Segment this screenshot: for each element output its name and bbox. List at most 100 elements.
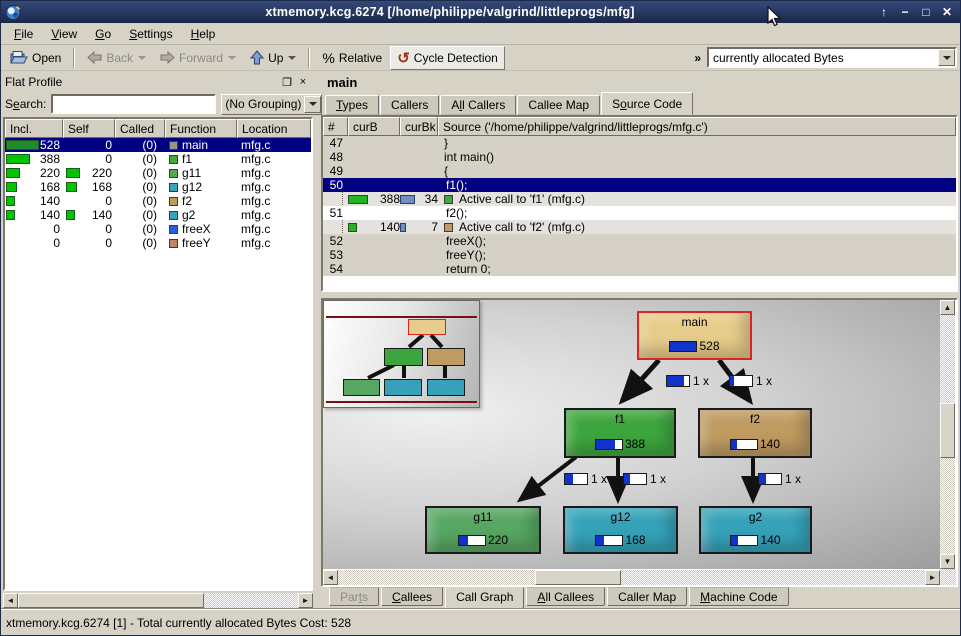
scroll-right-icon[interactable]: ► bbox=[925, 570, 940, 585]
call-cost-bar bbox=[564, 473, 588, 485]
source-line[interactable]: 49 { bbox=[323, 164, 956, 178]
graph-node-g11[interactable]: g11 220 bbox=[425, 506, 541, 554]
graph-node-main[interactable]: main 528 bbox=[637, 311, 752, 360]
graph-hscrollbar[interactable]: ◄ ► bbox=[323, 569, 940, 585]
source-line[interactable]: 48 int main() bbox=[323, 150, 956, 164]
source-call-line[interactable]: 140 7 Active call to 'f2' (mfg.c) bbox=[323, 220, 956, 234]
scroll-right-icon[interactable]: ► bbox=[298, 593, 313, 608]
forward-dropdown-icon[interactable] bbox=[228, 56, 236, 64]
scroll-down-icon[interactable]: ▼ bbox=[940, 554, 955, 569]
scrollbar-thumb[interactable] bbox=[18, 593, 204, 608]
table-row-f1[interactable]: 388 0 (0) f1 mfg.c bbox=[5, 152, 311, 166]
tab-call-graph[interactable]: Call Graph bbox=[445, 587, 524, 609]
shade-button[interactable]: ↑ bbox=[875, 4, 893, 20]
scrollbar-trough[interactable] bbox=[204, 593, 298, 608]
source-line[interactable]: 52 freeX(); bbox=[323, 234, 956, 248]
column-function[interactable]: Function bbox=[165, 119, 237, 138]
column-called[interactable]: Called bbox=[115, 119, 165, 138]
event-type-select[interactable]: currently allocated Bytes bbox=[707, 47, 957, 68]
scroll-left-icon[interactable]: ◄ bbox=[3, 593, 18, 608]
table-row-g2[interactable]: 140 140 (0) g2 mfg.c bbox=[5, 208, 311, 222]
minimize-button[interactable]: − bbox=[896, 4, 914, 20]
graph-node-g2[interactable]: g2 140 bbox=[699, 506, 812, 554]
grouping-select[interactable]: (No Grouping) bbox=[221, 94, 322, 115]
source-line-selected[interactable]: 50 f1(); bbox=[323, 178, 956, 192]
tab-caller-map[interactable]: Caller Map bbox=[607, 587, 687, 606]
scroll-left-icon[interactable]: ◄ bbox=[323, 570, 338, 585]
scrollbar-trough[interactable] bbox=[940, 458, 955, 554]
scrollbar-trough[interactable] bbox=[621, 570, 925, 585]
table-row-g11[interactable]: 220 220 (0) g11 mfg.c bbox=[5, 166, 311, 180]
cycle-detection-button[interactable]: ↺ Cycle Detection bbox=[390, 46, 505, 70]
column-curb[interactable]: curB bbox=[348, 117, 400, 136]
scrollbar-thumb[interactable] bbox=[535, 570, 621, 585]
menu-settings[interactable]: Settings bbox=[120, 25, 181, 43]
column-source[interactable]: Source ('/home/philippe/valgrind/littlep… bbox=[438, 117, 956, 136]
scroll-up-icon[interactable]: ▲ bbox=[940, 300, 955, 315]
menu-go[interactable]: Go bbox=[86, 25, 120, 43]
back-button[interactable]: Back bbox=[81, 46, 152, 70]
up-button[interactable]: Up bbox=[244, 46, 302, 70]
graph-node-f2[interactable]: f2 140 bbox=[698, 408, 812, 458]
tab-all-callers[interactable]: All Callers bbox=[440, 95, 516, 115]
table-row-f2[interactable]: 140 0 (0) f2 mfg.c bbox=[5, 194, 311, 208]
table-row-main[interactable]: 528 0 (0) main mfg.c bbox=[5, 138, 311, 152]
dock-caption[interactable]: Flat Profile ❐ × bbox=[3, 73, 313, 91]
title-bar[interactable]: xtmemory.kcg.6274 [/home/philippe/valgri… bbox=[1, 1, 960, 23]
scrollbar-trough[interactable] bbox=[940, 315, 955, 403]
edge-label-main-f2: 1 x bbox=[729, 374, 772, 388]
back-dropdown-icon[interactable] bbox=[138, 56, 146, 64]
dock-float-icon[interactable]: ❐ bbox=[279, 75, 295, 89]
tab-callers[interactable]: Callers bbox=[380, 95, 439, 115]
menu-view[interactable]: View bbox=[42, 25, 86, 43]
scrollbar-trough[interactable] bbox=[338, 570, 535, 585]
graph-overview[interactable] bbox=[323, 300, 480, 408]
dock-close-icon[interactable]: × bbox=[295, 75, 311, 89]
source-line[interactable]: 47 } bbox=[323, 136, 956, 150]
tab-types[interactable]: Types bbox=[325, 95, 379, 115]
function-color-icon bbox=[169, 211, 178, 220]
source-line[interactable]: 51 f2(); bbox=[323, 206, 956, 220]
tab-parts[interactable]: Parts bbox=[329, 587, 379, 606]
column-line-number[interactable]: # bbox=[323, 117, 348, 136]
toolbar-overflow-icon[interactable]: » bbox=[690, 51, 705, 65]
graph-node-g12[interactable]: g12 168 bbox=[563, 506, 678, 554]
graph-vscrollbar[interactable]: ▲ ▼ bbox=[940, 300, 956, 569]
open-button[interactable]: Open bbox=[4, 46, 67, 70]
app-icon bbox=[5, 4, 22, 21]
tab-machine-code[interactable]: Machine Code bbox=[689, 587, 788, 606]
source-line[interactable]: 53 freeY(); bbox=[323, 248, 956, 262]
cost-bar-icon bbox=[6, 168, 20, 178]
tab-all-callees[interactable]: All Callees bbox=[526, 587, 605, 606]
source-call-line[interactable]: 388 34 Active call to 'f1' (mfg.c) bbox=[323, 192, 956, 206]
maximize-button[interactable]: □ bbox=[917, 4, 935, 20]
table-row-freeX[interactable]: 0 0 (0) freeX mfg.c bbox=[5, 222, 311, 236]
event-type-dropdown-button[interactable] bbox=[938, 49, 955, 66]
scrollbar-thumb[interactable] bbox=[940, 403, 955, 458]
tab-source-code[interactable]: Source Code bbox=[601, 92, 693, 115]
flat-profile-hscrollbar[interactable]: ◄ ► bbox=[3, 592, 313, 608]
menu-file[interactable]: File bbox=[5, 25, 42, 43]
table-row-freeY[interactable]: 0 0 (0) freeY mfg.c bbox=[5, 236, 311, 250]
graph-node-f1[interactable]: f1 388 bbox=[564, 408, 676, 458]
tab-callees[interactable]: Callees bbox=[381, 587, 443, 606]
forward-button[interactable]: Forward bbox=[154, 46, 242, 70]
edge-label-f2-g2: 1 x bbox=[758, 472, 801, 486]
relative-button[interactable]: % Relative bbox=[316, 46, 388, 70]
column-curbk[interactable]: curBk bbox=[400, 117, 438, 136]
menu-help[interactable]: Help bbox=[182, 25, 225, 43]
function-color-icon bbox=[169, 239, 178, 248]
source-line[interactable]: 54 return 0; bbox=[323, 262, 956, 276]
column-self[interactable]: Self bbox=[63, 119, 115, 138]
selected-function-title: main bbox=[321, 73, 958, 92]
column-location[interactable]: Location bbox=[237, 119, 311, 138]
up-dropdown-icon[interactable] bbox=[288, 56, 296, 64]
search-input[interactable] bbox=[51, 94, 216, 114]
column-incl[interactable]: Incl. bbox=[5, 119, 63, 138]
detail-tabs: Types Callers All Callers Callee Map Sou… bbox=[321, 92, 958, 115]
grouping-value: (No Grouping) bbox=[222, 97, 304, 111]
tab-callee-map[interactable]: Callee Map bbox=[517, 95, 600, 115]
close-button[interactable]: ✕ bbox=[938, 4, 956, 20]
call-graph-view[interactable]: main 528 f1 388 f2 140 g11 220 g12 168 bbox=[321, 298, 958, 587]
table-row-g12[interactable]: 168 168 (0) g12 mfg.c bbox=[5, 180, 311, 194]
